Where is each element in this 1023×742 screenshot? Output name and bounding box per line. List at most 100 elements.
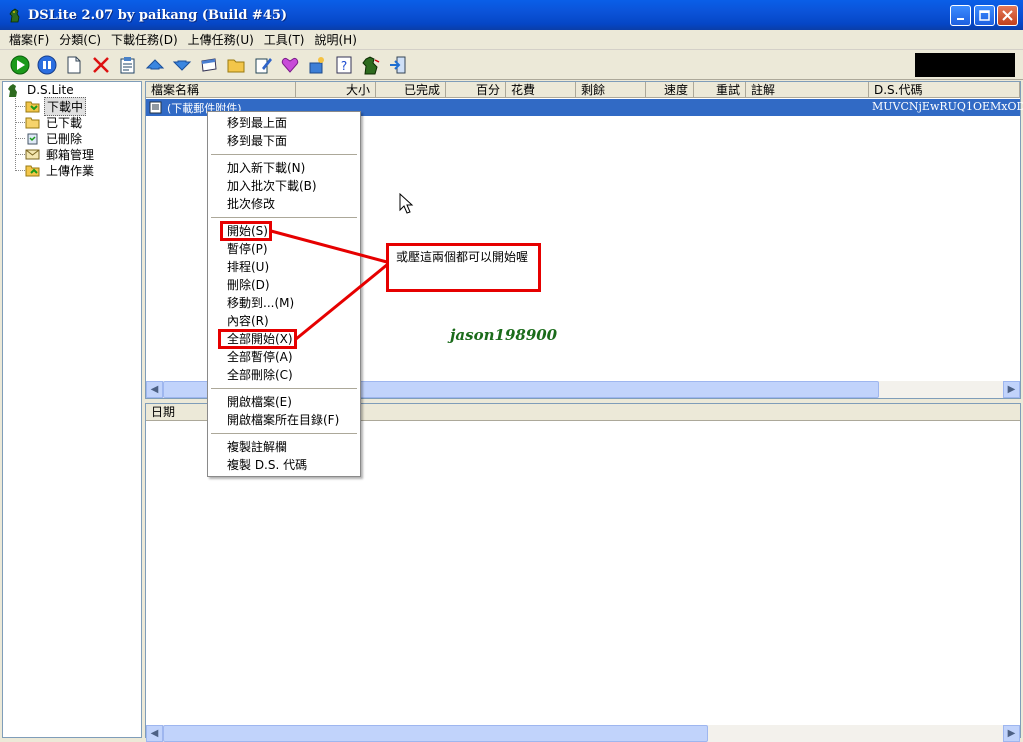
user-button[interactable]: [305, 53, 329, 77]
menu-upload-tasks[interactable]: 上傳任務(U): [183, 31, 259, 48]
col-retry[interactable]: 重試: [694, 82, 746, 98]
menu-item-open-folder[interactable]: 開啟檔案所在目錄(F): [227, 412, 339, 428]
menu-separator: [211, 217, 357, 218]
mail-attachment-icon: [149, 101, 162, 114]
new-button[interactable]: [62, 53, 86, 77]
arrow-down-icon: [172, 60, 192, 71]
menu-item-copy-ds-code[interactable]: 複製 D.S. 代碼: [227, 457, 307, 473]
tree-item-deleted[interactable]: 已刪除: [25, 130, 84, 146]
menu-help[interactable]: 說明(H): [310, 31, 362, 48]
scroll-right-button[interactable]: ▶: [1003, 725, 1020, 742]
menu-item-delete[interactable]: 刪除(D): [227, 277, 270, 293]
menu-file[interactable]: 檔案(F): [4, 31, 54, 48]
new-document-icon: [67, 56, 81, 73]
menu-item-delete-all[interactable]: 全部刪除(C): [227, 367, 293, 383]
menu-item-add-download[interactable]: 加入新下載(N): [227, 160, 305, 176]
edit-button[interactable]: [251, 53, 275, 77]
close-icon: [1002, 10, 1013, 21]
tree-item-mailbox[interactable]: 郵箱管理: [25, 146, 96, 162]
pause-icon: [37, 55, 57, 74]
col-ds-code[interactable]: D.S.代碼: [869, 82, 1020, 98]
exit-door-icon: [390, 56, 406, 73]
black-panel: [915, 53, 1015, 77]
open-folder-button[interactable]: [224, 53, 248, 77]
annotation-callout: 或壓這兩個都可以開始喔: [386, 243, 541, 292]
move-down-button[interactable]: [170, 53, 194, 77]
scroll-left-button[interactable]: ◀: [146, 725, 163, 742]
menu-item-open-file[interactable]: 開啟檔案(E): [227, 394, 292, 410]
menu-item-move-to[interactable]: 移動到...(M): [227, 295, 294, 311]
col-filename[interactable]: 檔案名稱: [146, 82, 296, 98]
list-header: 檔案名稱 大小 已完成 百分 花費 剩餘 速度 重試 註解 D.S.代碼: [146, 82, 1020, 98]
col-remaining[interactable]: 剩餘: [576, 82, 646, 98]
start-button[interactable]: [8, 53, 32, 77]
minimize-button[interactable]: [950, 5, 971, 26]
title-bar: DSLite 2.07 by paikang (Build #45): [0, 0, 1023, 30]
user-card-icon: [309, 56, 324, 73]
menu-download-tasks[interactable]: 下載任務(D): [106, 31, 183, 48]
col-percent[interactable]: 百分: [446, 82, 506, 98]
window-button[interactable]: [197, 53, 221, 77]
play-icon: [10, 55, 30, 74]
tree-item-label: 上傳作業: [46, 163, 95, 178]
menu-item-properties[interactable]: 內容(R): [227, 313, 269, 329]
context-menu: 移到最上面 移到最下面 加入新下載(N) 加入批次下載(B) 批次修改 開始(S…: [207, 111, 361, 477]
menu-item-add-batch[interactable]: 加入批次下載(B): [227, 178, 317, 194]
scroll-right-button[interactable]: ▶: [1003, 381, 1020, 398]
col-elapsed[interactable]: 花費: [506, 82, 576, 98]
heart-icon: [281, 57, 299, 73]
tree-item-downloaded[interactable]: 已下載: [25, 114, 84, 130]
folder-upload-icon: [25, 163, 40, 177]
mailbox-icon: [25, 147, 40, 161]
dragon-button[interactable]: [359, 53, 383, 77]
col-size[interactable]: 大小: [296, 82, 376, 98]
edit-note-icon: [255, 57, 272, 73]
highlight-start: [220, 221, 272, 241]
move-up-button[interactable]: [143, 53, 167, 77]
tree-root-label: D.S.Lite: [27, 83, 74, 97]
properties-button[interactable]: [116, 53, 140, 77]
menu-item-move-bottom[interactable]: 移到最下面: [227, 133, 287, 149]
menu-item-move-top[interactable]: 移到最上面: [227, 115, 287, 131]
menu-bar: 檔案(F) 分類(C) 下載任務(D) 上傳任務(U) 工具(T) 說明(H): [0, 30, 1023, 50]
col-speed[interactable]: 速度: [646, 82, 694, 98]
tree-item-downloading[interactable]: 下載中: [25, 96, 87, 116]
menu-separator: [211, 388, 357, 389]
mouse-pointer-icon: [399, 193, 414, 214]
highlight-start-all: [218, 329, 297, 349]
menu-item-pause-all[interactable]: 全部暫停(A): [227, 349, 293, 365]
menu-separator: [211, 433, 357, 434]
window-title: DSLite 2.07 by paikang (Build #45): [28, 7, 288, 23]
col-comment[interactable]: 註解: [746, 82, 869, 98]
tree-item-upload[interactable]: 上傳作業: [25, 162, 96, 178]
exit-button[interactable]: [386, 53, 410, 77]
menu-item-pause[interactable]: 暫停(P): [227, 241, 268, 257]
category-tree: D.S.Lite 下載中 已下載 已刪除 郵箱管理 上傳作業: [2, 81, 142, 738]
menu-item-schedule[interactable]: 排程(U): [227, 259, 269, 275]
menu-item-copy-comment[interactable]: 複製註解欄: [227, 439, 287, 455]
help-button[interactable]: ?: [332, 53, 356, 77]
toolbar: ?: [0, 50, 1023, 80]
signature-text: jason198900: [450, 326, 558, 344]
recycle-bin-icon: [25, 131, 40, 145]
folder-icon: [227, 59, 245, 72]
svg-text:?: ?: [341, 59, 347, 73]
menu-category[interactable]: 分類(C): [54, 31, 106, 48]
delete-button[interactable]: [89, 53, 113, 77]
close-button[interactable]: [997, 5, 1018, 26]
col-completed[interactable]: 已完成: [376, 82, 446, 98]
log-hscrollbar[interactable]: ◀ ▶: [146, 725, 1020, 742]
folder-download-icon: [25, 99, 40, 113]
maximize-button[interactable]: [974, 5, 995, 26]
help-icon: ?: [336, 56, 352, 73]
dragon-icon: [362, 55, 380, 74]
scroll-left-button[interactable]: ◀: [146, 381, 163, 398]
pause-button[interactable]: [35, 53, 59, 77]
app-dragon-icon: [9, 8, 20, 22]
heart-button[interactable]: [278, 53, 302, 77]
menu-item-batch-edit[interactable]: 批次修改: [227, 196, 275, 212]
delete-x-icon: [93, 56, 109, 73]
menu-tools[interactable]: 工具(T): [259, 31, 310, 48]
row-ds-code: MUVCNjEwRUQ1OEMxODV: [872, 100, 1023, 113]
scroll-thumb[interactable]: [163, 725, 708, 742]
